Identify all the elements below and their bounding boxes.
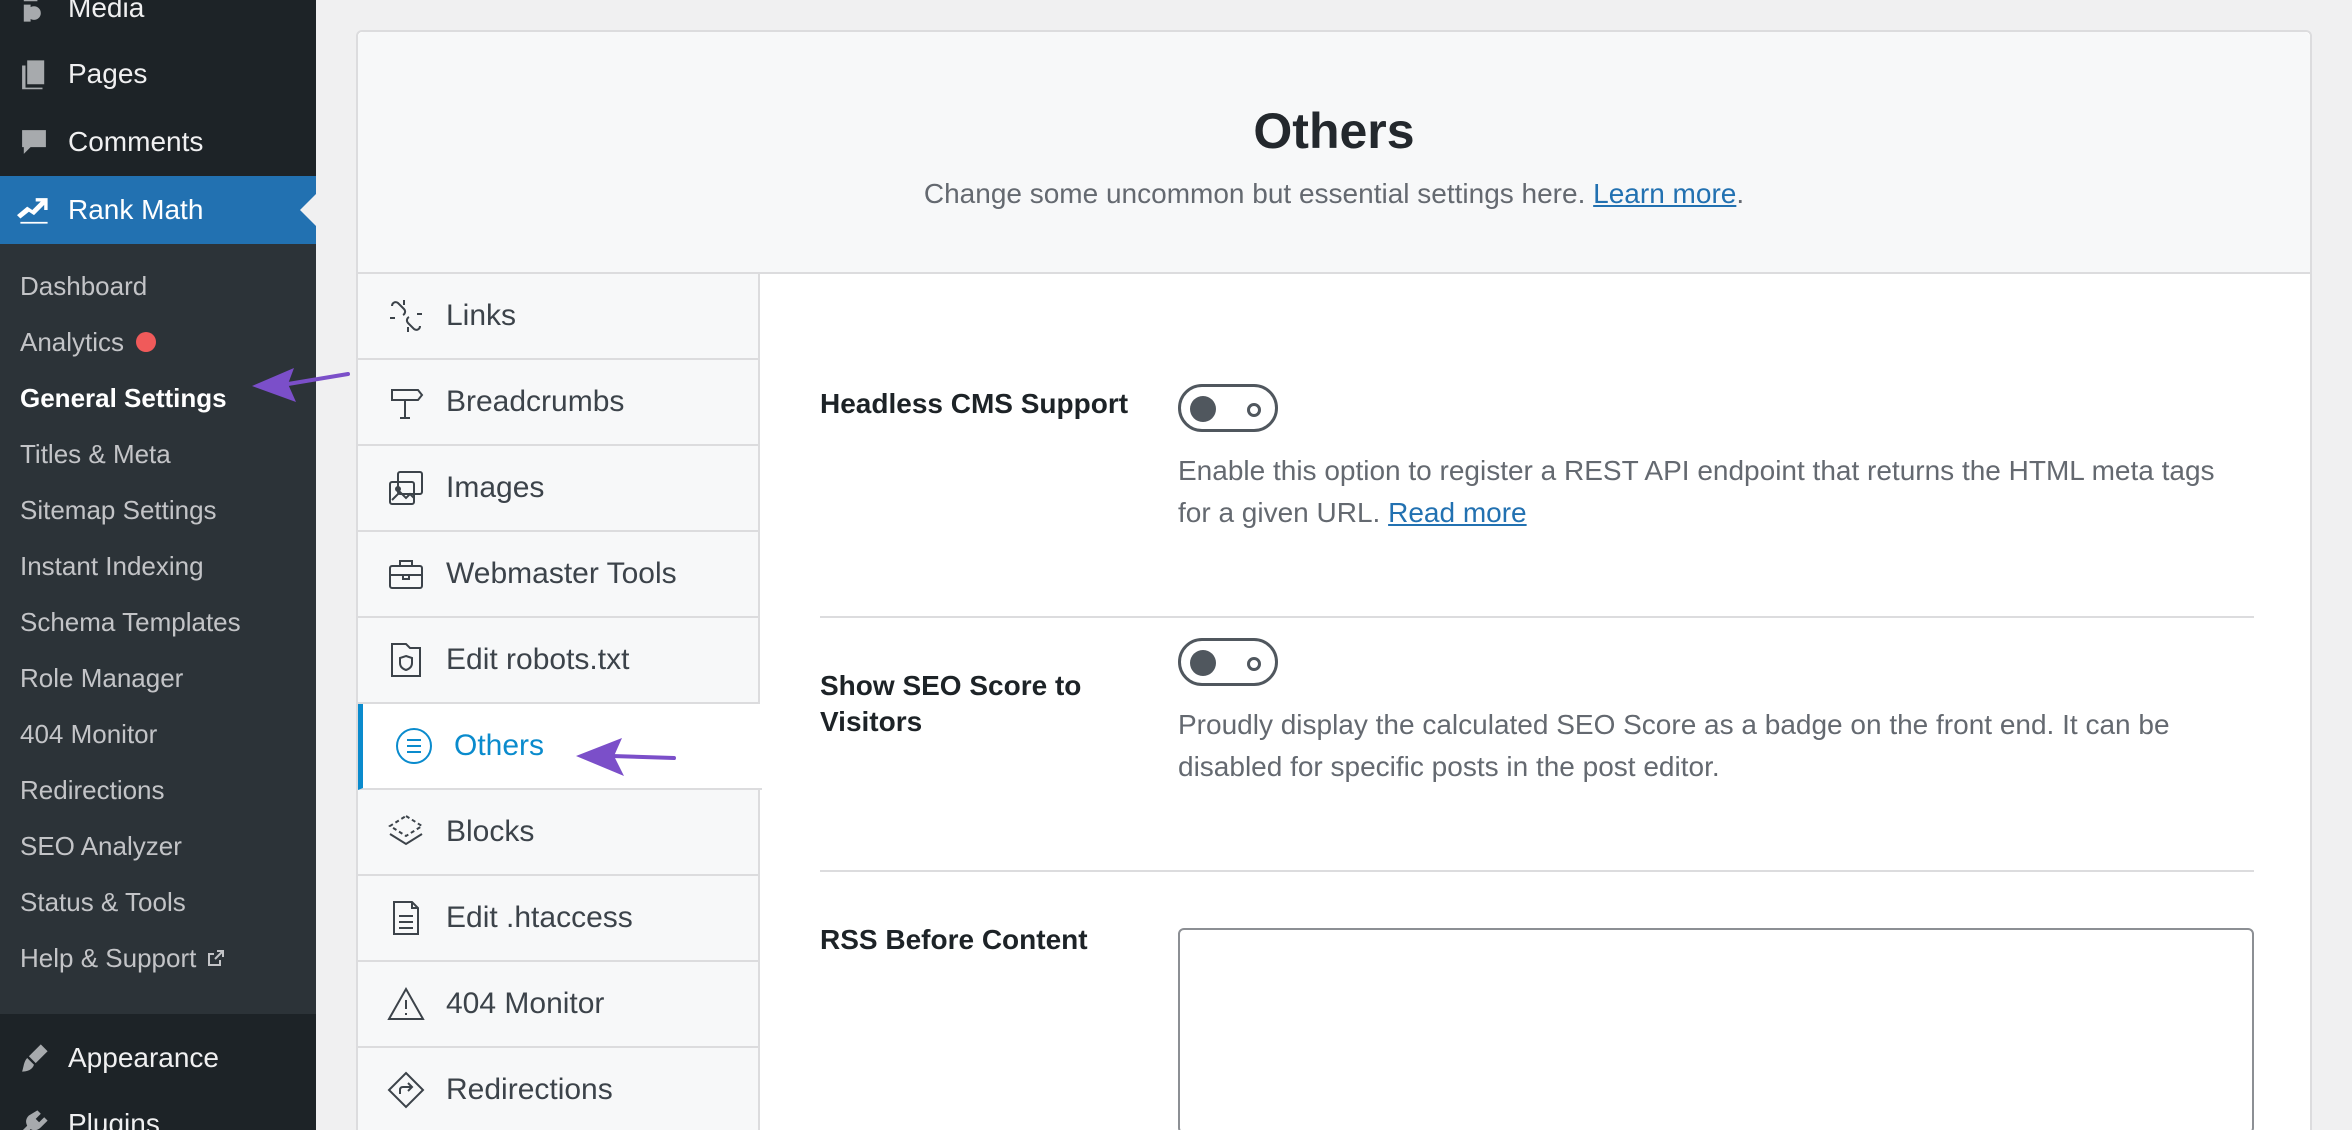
media-icon [0,0,68,25]
submenu-analytics[interactable]: Analytics [20,322,157,362]
headless-cms-toggle[interactable] [1178,384,1278,432]
toggle-knob [1190,650,1216,676]
tab-redirections[interactable]: Redirections [358,1048,758,1130]
submenu-help-support[interactable]: Help & Support [20,938,226,978]
links-icon [386,296,446,336]
menu-plugins[interactable]: Plugins [0,1090,316,1130]
tab-links[interactable]: Links [358,274,758,360]
seo-score-toggle[interactable] [1178,638,1278,686]
toggle-knob [1190,396,1216,422]
settings-panel: Others Change some uncommon but essentia… [356,30,2312,1130]
menu-label: Media [68,0,145,23]
submenu-status-tools[interactable]: Status & Tools [20,882,186,922]
menu-pages[interactable]: Pages [0,40,316,108]
document-icon [386,898,446,938]
robots-file-icon [386,640,446,680]
warning-icon [386,984,446,1024]
menu-label: Comments [68,126,204,157]
menu-label: Plugins [68,1108,160,1130]
submenu-general-settings[interactable]: General Settings [20,378,227,418]
paintbrush-icon [0,1041,68,1075]
tab-webmaster-tools[interactable]: Webmaster Tools [358,532,758,618]
tab-edit-robots[interactable]: Edit robots.txt [358,618,758,704]
submenu-dashboard[interactable]: Dashboard [20,266,147,306]
submenu-role-manager[interactable]: Role Manager [20,658,183,698]
submenu-redirections[interactable]: Redirections [20,770,165,810]
tab-edit-htaccess[interactable]: Edit .htaccess [358,876,758,962]
field-divider [820,870,2254,872]
menu-label: Appearance [68,1042,220,1073]
toolbox-icon [386,554,446,594]
comments-icon [0,125,68,159]
menu-label: Pages [68,58,148,89]
field-divider [820,616,2254,618]
submenu-titles-meta[interactable]: Titles & Meta [20,434,171,474]
headless-cms-description: Enable this option to register a REST AP… [1178,455,2215,528]
menu-label: Rank Math [68,194,204,225]
rss-before-label: RSS Before Content [820,924,1088,955]
menu-media[interactable]: Media [0,0,316,42]
settings-tabs: Links Breadcrumbs Images Webmaster Tools [358,274,762,1130]
read-more-link[interactable]: Read more [1388,497,1527,528]
tab-blocks[interactable]: Blocks [358,790,758,876]
signpost-icon [386,382,446,422]
submenu-sitemap-settings[interactable]: Sitemap Settings [20,490,217,530]
settings-content: Headless CMS Support Enable this option … [760,274,2312,1130]
admin-sidebar: Media Pages Comments Rank Math Dashboard… [0,0,316,1130]
rss-before-content-textarea[interactable] [1178,928,2254,1130]
images-icon [386,468,446,508]
headless-cms-label: Headless CMS Support [820,388,1129,419]
page-title: Others [1253,103,1415,159]
tab-images[interactable]: Images [358,446,758,532]
seo-score-label: Show SEO Score to Visitors [820,670,1082,737]
notification-dot [136,332,157,352]
pages-icon [0,57,68,91]
page-description: Change some uncommon but essential setti… [923,178,1745,209]
annotation-arrow-icon [252,368,350,402]
submenu-seo-analyzer[interactable]: SEO Analyzer [20,826,182,866]
annotation-arrow-icon [576,738,676,776]
rank-math-icon [0,193,68,227]
tab-404-monitor[interactable]: 404 Monitor [358,962,758,1048]
tab-others[interactable]: Others [358,704,762,790]
menu-appearance[interactable]: Appearance [0,1024,316,1092]
list-circle-icon [394,726,454,766]
toggle-off-indicator [1247,403,1261,417]
submenu-schema-templates[interactable]: Schema Templates [20,602,241,642]
redirect-icon [386,1070,446,1110]
submenu-404-monitor[interactable]: 404 Monitor [20,714,157,754]
tab-breadcrumbs[interactable]: Breadcrumbs [358,360,758,446]
seo-score-description: Proudly display the calculated SEO Score… [1178,709,2170,782]
learn-more-link[interactable]: Learn more [1593,178,1736,209]
external-link-icon [208,950,225,966]
toggle-off-indicator [1247,657,1261,671]
blocks-icon [386,812,446,852]
menu-rank-math[interactable]: Rank Math [0,176,316,244]
plugin-icon [0,1107,68,1130]
menu-comments[interactable]: Comments [0,108,316,176]
panel-header: Others Change some uncommon but essentia… [358,32,2310,274]
submenu-instant-indexing[interactable]: Instant Indexing [20,546,204,586]
